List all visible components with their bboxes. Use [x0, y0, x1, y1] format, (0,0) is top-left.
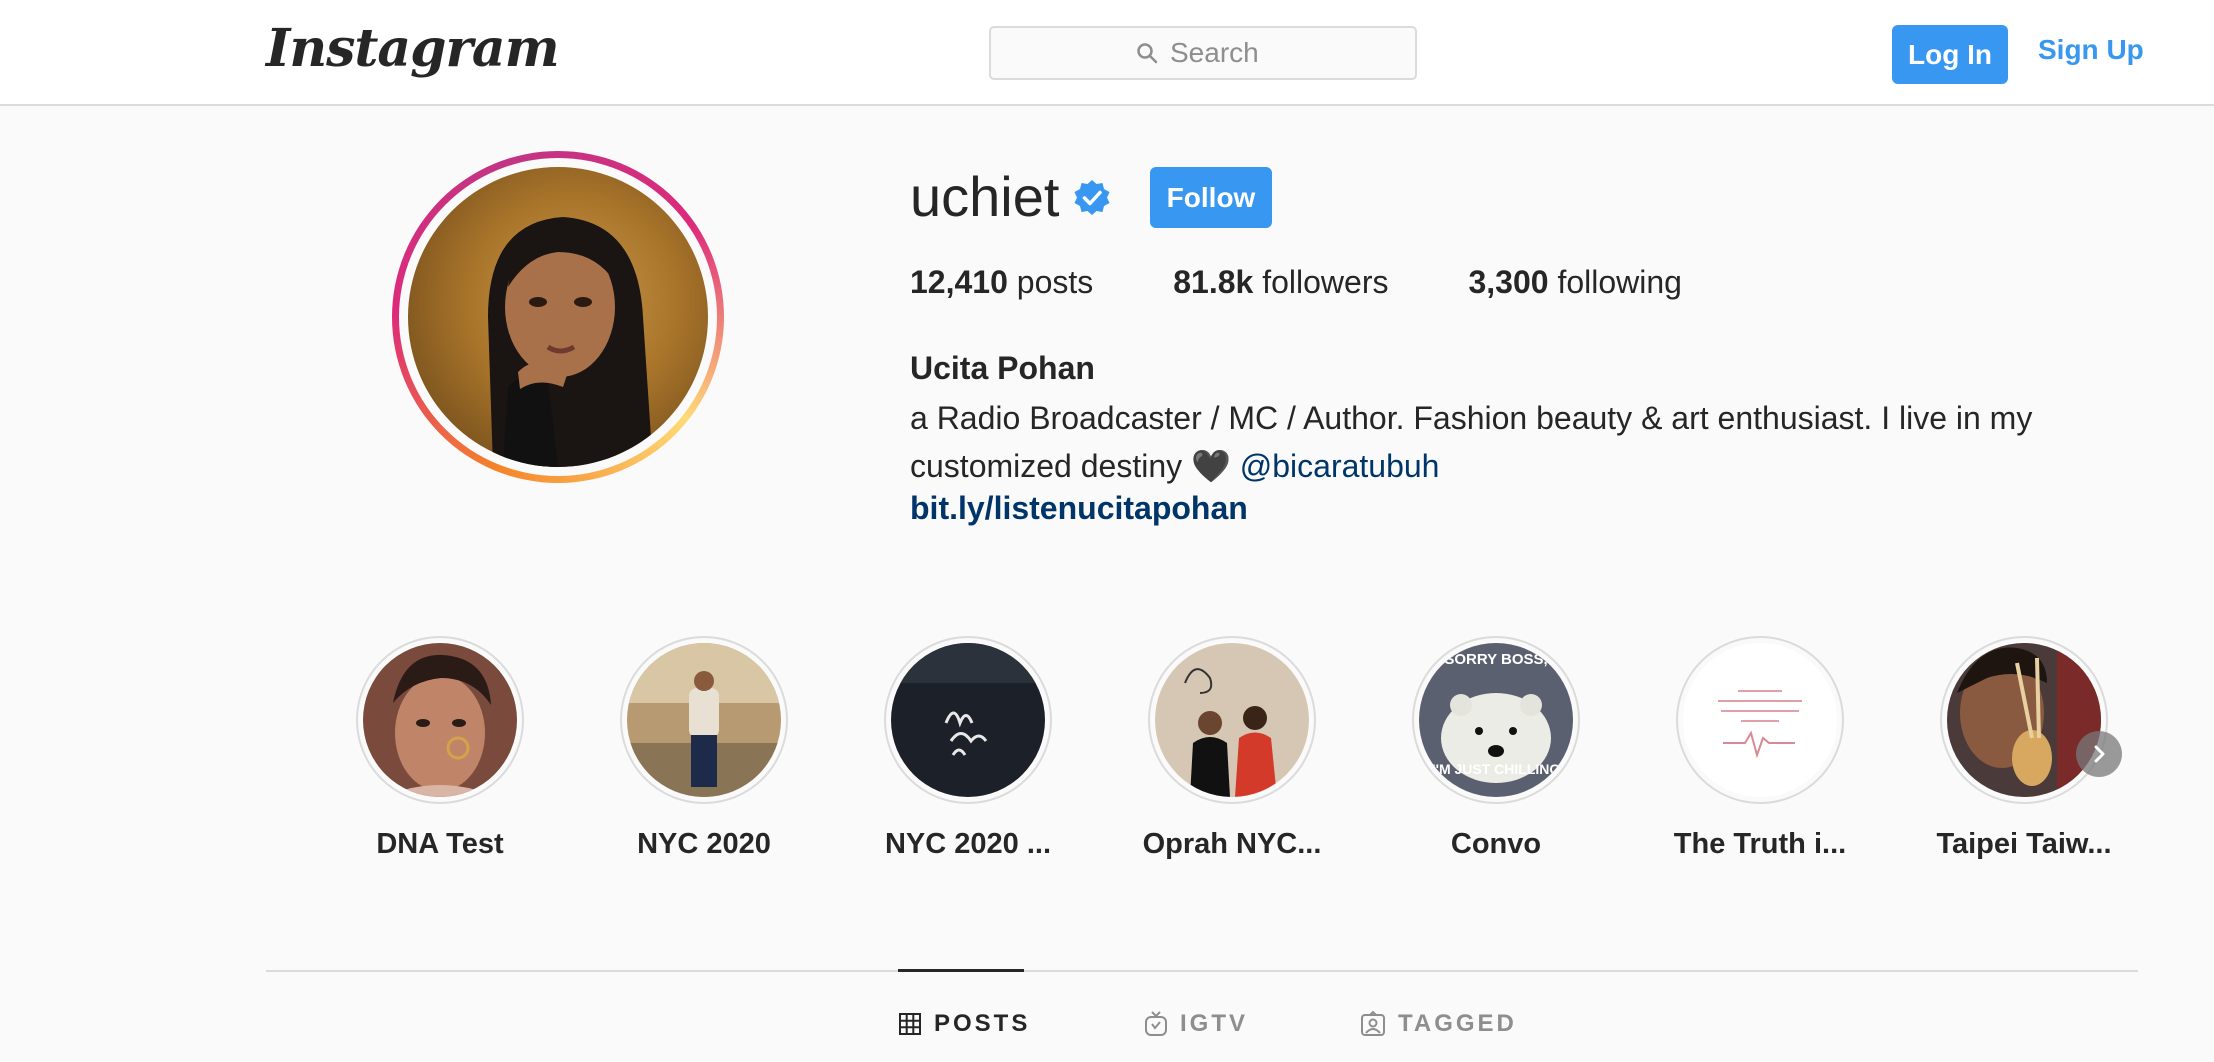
profile-website-link[interactable]: bit.ly/listenucitapohan [910, 490, 1248, 527]
highlight-label: Taipei Taiw... [1936, 828, 2112, 860]
search-input[interactable] [1170, 37, 1270, 69]
highlight-ring [884, 636, 1052, 804]
highlight-ring [356, 636, 524, 804]
highlight-nyc-2020-2[interactable]: NYC 2020 ... [868, 636, 1068, 861]
profile-bio: a Radio Broadcaster / MC / Author. Fashi… [910, 394, 2050, 490]
top-navigation-bar: Instagram Log In Sign Up [0, 0, 2214, 106]
highlight-cover-bottom-text: I'M JUST CHILLING [1431, 761, 1561, 777]
highlight-label: Oprah NYC... [1142, 828, 1322, 860]
log-in-button[interactable]: Log In [1892, 25, 2008, 84]
highlight-ring [1940, 636, 2108, 804]
highlight-cover [891, 643, 1045, 797]
search-box[interactable] [989, 26, 1417, 80]
highlights-next-button[interactable] [2076, 731, 2122, 777]
highlight-ring [1676, 636, 1844, 804]
highlight-cover: SORRY BOSS, I'M JUST CHILLING [1419, 643, 1573, 797]
highlight-cover [1947, 643, 2101, 797]
profile-username: uchiet [910, 165, 1060, 228]
chevron-right-icon [2094, 745, 2105, 763]
tab-posts[interactable]: POSTS [898, 1010, 1030, 1038]
highlight-ring [620, 636, 788, 804]
highlight-oprah-nyc[interactable]: Oprah NYC... [1132, 636, 1332, 861]
bio-text: a Radio Broadcaster / MC / Author. Fashi… [910, 400, 2033, 484]
highlight-cover-top-text: SORRY BOSS, [1444, 651, 1548, 668]
following-stat[interactable]: 3,300 following [1468, 264, 1681, 301]
profile-avatar[interactable] [392, 151, 724, 483]
tab-igtv-label: IGTV [1180, 1010, 1249, 1037]
grid-icon [899, 1013, 921, 1035]
profile-full-name: Ucita Pohan [910, 350, 1095, 386]
tab-tagged[interactable]: TAGGED [1360, 1010, 1517, 1038]
tab-posts-label: POSTS [934, 1010, 1031, 1037]
highlight-label: Convo [1450, 828, 1542, 860]
posts-label: posts [1016, 264, 1094, 300]
following-label: following [1557, 264, 1682, 300]
sign-up-link[interactable]: Sign Up [2038, 34, 2144, 66]
followers-stat[interactable]: 81.8k followers [1173, 264, 1388, 301]
highlight-label: DNA Test [376, 828, 504, 860]
posts-count: 12,410 [910, 264, 1008, 300]
bio-mention-link[interactable]: @bicaratubuh [1240, 448, 1440, 484]
search-icon [1136, 42, 1158, 64]
highlight-ring [1148, 636, 1316, 804]
avatar-photo [408, 167, 708, 467]
highlight-cover [1683, 643, 1837, 797]
profile-stats: 12,410 posts 81.8k followers 3,300 follo… [910, 264, 1762, 301]
tab-tagged-label: TAGGED [1398, 1010, 1517, 1037]
followers-label: followers [1262, 264, 1389, 300]
verified-badge-icon [1074, 180, 1110, 215]
follow-button[interactable]: Follow [1150, 167, 1272, 228]
posts-stat: 12,410 posts [910, 264, 1093, 301]
highlight-convo[interactable]: SORRY BOSS, I'M JUST CHILLING Convo [1396, 636, 1596, 861]
tagged-icon [1361, 1011, 1385, 1036]
tabs-divider [266, 970, 2138, 972]
highlight-dna-test[interactable]: DNA Test [340, 636, 540, 861]
highlight-label: The Truth i... [1673, 828, 1847, 860]
highlight-label: NYC 2020 [637, 828, 771, 860]
igtv-icon [1145, 1011, 1167, 1036]
highlight-nyc-2020[interactable]: NYC 2020 [604, 636, 804, 861]
following-count: 3,300 [1468, 264, 1549, 300]
highlight-cover [1155, 643, 1309, 797]
highlight-ring: SORRY BOSS, I'M JUST CHILLING [1412, 636, 1580, 804]
active-tab-indicator [898, 969, 1024, 972]
highlight-label: NYC 2020 ... [884, 828, 1052, 860]
avatar-portrait [488, 217, 653, 467]
highlight-the-truth[interactable]: The Truth i... [1660, 636, 1860, 861]
highlight-cover [627, 643, 781, 797]
highlight-cover [363, 643, 517, 797]
followers-count: 81.8k [1173, 264, 1254, 300]
instagram-logo[interactable]: Instagram [266, 18, 560, 79]
tab-igtv[interactable]: IGTV [1144, 1010, 1248, 1038]
